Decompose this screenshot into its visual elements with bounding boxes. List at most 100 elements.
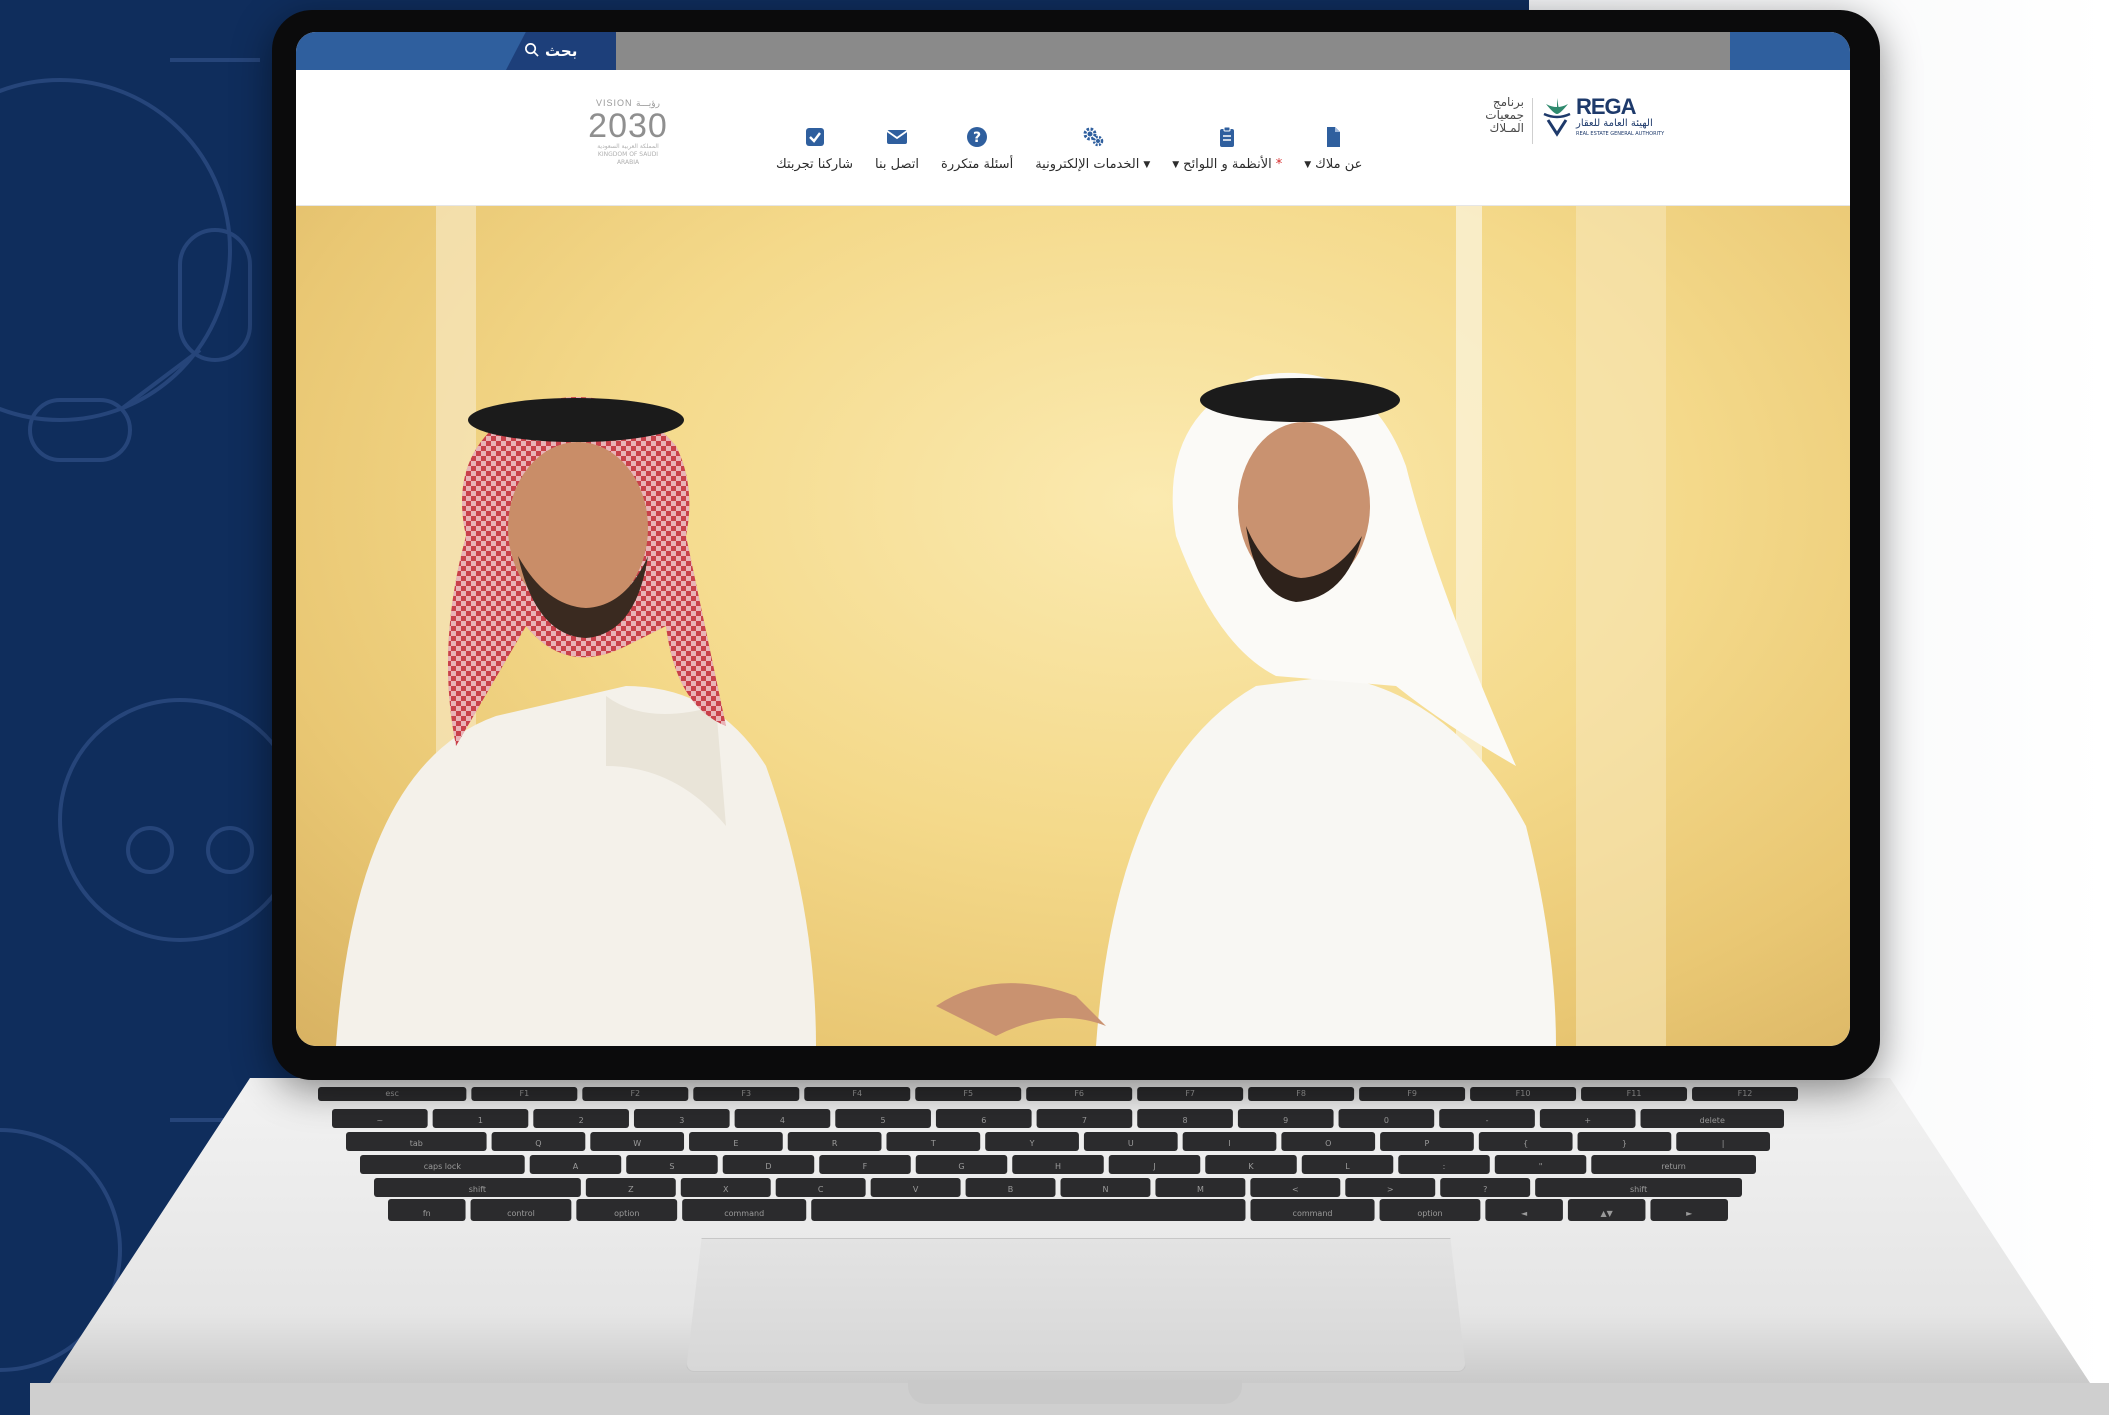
vision-2030-logo[interactable]: VISION رؤيـــة 2030 المملكة العربية السع…	[586, 98, 670, 166]
top-strip: بحث	[296, 32, 1850, 70]
keyboard-key: ◄	[1485, 1199, 1563, 1221]
keyboard-key-label: C	[818, 1185, 824, 1194]
keyboard-key: O	[1281, 1132, 1376, 1151]
keyboard-key: "	[1494, 1155, 1587, 1174]
keyboard-key-label: L	[1345, 1162, 1350, 1171]
svg-text:?: ?	[973, 130, 981, 146]
keyboard-key: F5	[915, 1087, 1022, 1101]
chevron-down-icon: ▼	[1172, 159, 1180, 170]
keyboard-key: F8	[1248, 1087, 1355, 1101]
keyboard-key-label: O	[1325, 1139, 1331, 1148]
keyboard-key: X	[680, 1178, 771, 1197]
keyboard-key-label: I	[1228, 1139, 1230, 1148]
search-button[interactable]: بحث	[524, 38, 577, 64]
keyboard-key: }	[1577, 1132, 1672, 1151]
keyboard-key: J	[1108, 1155, 1201, 1174]
keyboard-key-label: Z	[628, 1185, 634, 1194]
keyboard-key-label: ?	[1483, 1185, 1487, 1194]
keyboard-key: command	[682, 1199, 807, 1221]
keyboard-key-label: F11	[1627, 1089, 1642, 1098]
keyboard-key-label: control	[507, 1209, 535, 1218]
nav-share-experience[interactable]: شاركنا تجربتك	[776, 125, 853, 172]
keyboard-key: 9	[1237, 1109, 1334, 1128]
keyboard-key: N	[1060, 1178, 1151, 1197]
keyboard-key: -	[1439, 1109, 1535, 1128]
site-header: VISION رؤيـــة 2030 المملكة العربية السع…	[296, 70, 1850, 206]
keyboard-key: F7	[1137, 1087, 1244, 1101]
keyboard-key-label: caps lock	[424, 1162, 462, 1171]
keyboard-key: F9	[1359, 1087, 1466, 1101]
keyboard-key-label: shift	[469, 1185, 486, 1194]
rega-emblem-icon	[1543, 98, 1571, 137]
new-indicator-dot: *	[1275, 157, 1283, 172]
keyboard-key-label: +	[1584, 1116, 1591, 1125]
keyboard-key-label: -	[1486, 1116, 1489, 1125]
clipboard-icon	[1215, 125, 1239, 149]
keyboard-key: shift	[374, 1178, 581, 1197]
keyboard-key: esc	[318, 1087, 467, 1101]
keyboard-key: |	[1676, 1132, 1770, 1151]
keyboard-key: D	[722, 1155, 815, 1174]
owners-associations-program-logo[interactable]: برنامج جمعيات المـلاك	[1466, 96, 1524, 135]
keyboard-key-label: J	[1152, 1162, 1155, 1171]
keyboard-key: >	[1345, 1178, 1436, 1197]
trackpad	[686, 1238, 1466, 1372]
keyboard-key	[811, 1199, 1246, 1221]
keyboard-key-label: P	[1425, 1139, 1430, 1148]
keyboard-key: F6	[1026, 1087, 1133, 1101]
keyboard-key-label: >	[1387, 1185, 1394, 1194]
nav-e-services[interactable]: ▼ الخدمات الإلكترونية	[1035, 125, 1150, 172]
keyboard-key-label: E	[733, 1139, 738, 1148]
keyboard-key: V	[870, 1178, 961, 1197]
keyboard-key-label: 5	[881, 1116, 886, 1125]
keyboard-key-label: |	[1722, 1139, 1725, 1148]
nav-contact-us[interactable]: اتصل بنا	[875, 125, 919, 172]
keyboard-key: control	[470, 1199, 572, 1221]
keyboard-key: F10	[1470, 1087, 1577, 1101]
keyboard-key: 7	[1036, 1109, 1133, 1128]
keyboard-key-label: F9	[1407, 1089, 1417, 1098]
keyboard-key-label: F8	[1296, 1089, 1306, 1098]
keyboard-key: option	[576, 1199, 678, 1221]
keyboard-key: F1	[471, 1087, 578, 1101]
keyboard-key-label: F10	[1516, 1089, 1531, 1098]
keyboard-key-label: 8	[1183, 1116, 1188, 1125]
nav-about-mullak[interactable]: عن ملاك ▼	[1304, 125, 1362, 172]
keyboard-key: Q	[491, 1132, 586, 1151]
keyboard-key-label: T	[930, 1139, 936, 1148]
keyboard-key: F	[819, 1155, 911, 1174]
keyboard-key-label: V	[913, 1185, 919, 1194]
keyboard-key: shift	[1535, 1178, 1742, 1197]
keyboard-key-label: ~	[376, 1116, 383, 1125]
keyboard-key-label: delete	[1700, 1116, 1725, 1125]
keyboard-key-label: F3	[741, 1089, 751, 1098]
keyboard-key: {	[1478, 1132, 1573, 1151]
keyboard-key-label: N	[1102, 1185, 1108, 1194]
rega-logo[interactable]: REGA الهيئة العامة للعقار REAL ESTATE GE…	[1542, 94, 1692, 144]
keyboard-key: 3	[633, 1109, 730, 1128]
keyboard-key: 8	[1137, 1109, 1233, 1128]
keyboard-key: return	[1591, 1155, 1756, 1174]
keyboard-key-label: fn	[423, 1209, 431, 1218]
keyboard-key-label: 0	[1384, 1116, 1389, 1125]
keyboard-key-label: B	[1008, 1185, 1014, 1194]
keyboard-key-label: :	[1443, 1162, 1446, 1171]
keyboard-key-label: F5	[963, 1089, 973, 1098]
nav-regulations[interactable]: * الأنظمة و اللوائح ▼	[1172, 125, 1282, 172]
keyboard-key-label: <	[1292, 1185, 1299, 1194]
keyboard-key-label: U	[1128, 1139, 1134, 1148]
keyboard-key-label: F4	[852, 1089, 862, 1098]
document-icon	[1321, 125, 1345, 149]
keyboard-key: S	[626, 1155, 718, 1174]
nav-faq[interactable]: ? أسئلة متكررة	[941, 125, 1013, 172]
keyboard-key: <	[1250, 1178, 1341, 1197]
keyboard-key: F2	[582, 1087, 689, 1101]
keyboard-key: 5	[835, 1109, 931, 1128]
keyboard-key: Z	[585, 1178, 676, 1197]
keyboard-key-label: 6	[981, 1116, 986, 1125]
keyboard-key-label: 7	[1082, 1116, 1087, 1125]
keyboard-key: 0	[1338, 1109, 1435, 1128]
laptop-screen: بحث VISION رؤيـــة 2030 المملكة العربية …	[296, 32, 1850, 1046]
keyboard: esc F1 F2 F3 F4 F5 F6 F7 F8 F9 F10 F11 F12 ~1 2 3 4 5 6 7 8 9…	[318, 1087, 1798, 1227]
keyboard-key: T	[886, 1132, 981, 1151]
